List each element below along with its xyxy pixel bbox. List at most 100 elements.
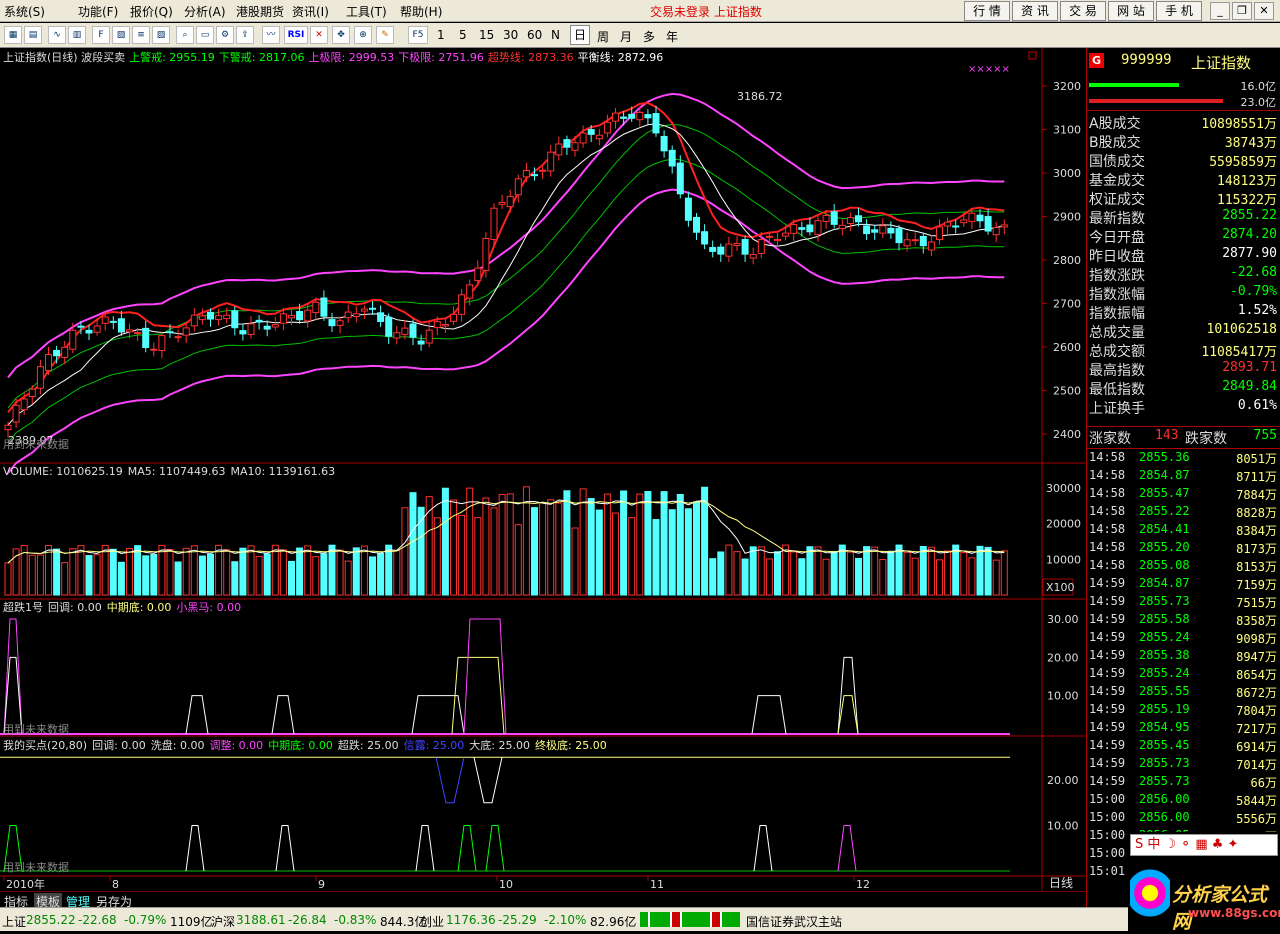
line-chart-icon[interactable]: ∿ [48,26,66,44]
tick-row: 14:59 2855.24 8654万 [1089,666,1279,684]
stat-row: 昨日收盘 2877.90 [1089,246,1279,265]
quote-panel: G 999999 上证指数 16.0亿 23.0亿 A股成交 10898551万 B… [1086,48,1280,907]
x-axis-label: 9 [318,878,325,891]
candle-body [20,398,28,411]
volume-bar [69,548,77,596]
settings-icon[interactable]: ⚙ [216,26,234,44]
tick-price: 2855.24 [1139,666,1190,680]
list-icon[interactable]: ≡ [132,26,150,44]
stat-row: 指数涨幅 -0.79% [1089,284,1279,303]
f10-icon[interactable]: F [92,26,110,44]
chart-area[interactable]: 上证指数(日线) 波段买卖 上警戒: 2955.19 下警戒: 2817.06 上极限… [0,48,1085,891]
period-n[interactable]: N [551,28,560,42]
period-15min[interactable]: 15 [479,28,494,42]
mobile-button[interactable]: 手 机 [1156,1,1202,21]
period-1min[interactable]: 1 [437,28,445,42]
tick-volume: 8051万 [1236,452,1277,466]
stat-row: 最高指数 2893.71 [1089,360,1279,379]
volume-bar [239,547,247,596]
period-multi[interactable]: 多 [643,28,655,45]
stat-value: 2893.71 [1222,360,1277,375]
menu-tools[interactable]: 工具(T) [346,3,387,20]
draw-pen-icon[interactable]: ✎ [376,26,394,44]
candle-body [174,336,182,339]
stat-label: 总成交额 [1089,344,1145,360]
candle-body [863,225,871,235]
volume-bar [288,560,295,596]
period-week[interactable]: 周 [597,28,609,45]
tick-row: 14:58 2855.36 8051万 [1089,450,1279,468]
stat-label: 最新指数 [1089,211,1145,227]
window-icon[interactable]: ▭ [196,26,214,44]
search-icon[interactable]: ⌕ [176,26,194,44]
menu-system[interactable]: 系统(S) [4,3,45,20]
broker-server[interactable]: 国信证券武汉主站 [746,913,842,930]
tick-row: 14:59 2854.87 7159万 [1089,576,1279,594]
period-season[interactable]: 年 [666,28,678,45]
kline-chart[interactable]: 上证指数(日线) 波段买卖 上警戒: 2955.19 下警戒: 2817.06 上极限… [0,48,1085,891]
table-icon[interactable]: ▤ [24,26,42,44]
indicator-icon[interactable]: 〰 [262,26,280,44]
menu-help[interactable]: 帮助(H) [400,3,442,20]
minimize-icon[interactable]: _ [1210,2,1230,20]
candle-body [215,315,223,321]
period-month[interactable]: 月 [620,28,632,45]
menu-function[interactable]: 功能(F) [78,3,118,20]
candle-body [328,319,336,327]
period-30min[interactable]: 30 [503,28,518,42]
market-button[interactable]: 行 情 [964,1,1010,21]
stat-label: 总成交量 [1089,325,1145,341]
move-icon[interactable]: ✥ [332,26,350,44]
close-icon[interactable]: ✕ [1254,2,1274,20]
website-button[interactable]: 网 站 [1108,1,1154,21]
candle-body [903,239,911,247]
legend-item: 中期底: 0.00 [107,600,172,614]
candle-chart-icon[interactable]: ▥ [68,26,86,44]
inflow-value: 16.0亿 [1240,80,1277,93]
badge-g: G [1089,53,1104,68]
volume-bar [555,502,563,596]
stat-row: 指数涨跌 -22.68 [1089,265,1279,284]
period-5min[interactable]: 5 [459,28,467,42]
candle-body [652,113,660,134]
indicator2-lines [0,756,1010,872]
export-icon[interactable]: ⇪ [236,26,254,44]
tick-volume: 66万 [1250,776,1277,790]
rsi-icon[interactable]: RSI [284,26,308,44]
book-icon[interactable]: ▨ [152,26,170,44]
menu-info[interactable]: 资讯(I) [292,3,329,20]
volume-bar [547,499,555,596]
legend-item: 超势线: 2873.36 [488,50,574,64]
y-tick-label: 20.00 [1047,774,1079,787]
candle-body [401,327,409,335]
period-day[interactable]: 日 [570,25,590,45]
volume-bar [749,546,757,596]
trade-button[interactable]: 交 易 [1060,1,1106,21]
news-icon[interactable]: ▧ [112,26,130,44]
ime-toolbar[interactable]: S 中 ☽ ⚬ ▦ ♣ ✦ [1130,834,1278,856]
delete-icon[interactable]: ✕ [310,26,328,44]
candle-body [855,215,862,223]
cy-index-amount: 82.96亿 [590,915,637,929]
indicator2-signal [837,825,857,872]
legend-item: 我的买点(20,80) [3,738,87,752]
volume-bar [676,494,684,596]
trend-line [7,101,1005,413]
chart-toggle-icon[interactable] [1028,51,1037,60]
candle-body [749,254,757,259]
period-60min[interactable]: 60 [527,28,542,42]
zoom-in-icon[interactable]: ⊕ [354,26,372,44]
tick-time: 14:59 [1089,702,1126,716]
volume-bar [328,544,336,596]
restore-icon[interactable]: ❐ [1232,2,1252,20]
menu-analysis[interactable]: 分析(A) [184,3,226,20]
candle-body [69,329,77,350]
menu-quote[interactable]: 报价(Q) [130,3,173,20]
volume-bar [506,493,514,596]
grid-icon[interactable]: ▦ [4,26,22,44]
f5-button[interactable]: F5 [408,26,428,44]
menu-hk-futures[interactable]: 港股期货 [236,3,284,20]
candle-body [490,207,498,240]
tick-time: 14:59 [1089,648,1126,662]
news-button[interactable]: 资 讯 [1012,1,1058,21]
